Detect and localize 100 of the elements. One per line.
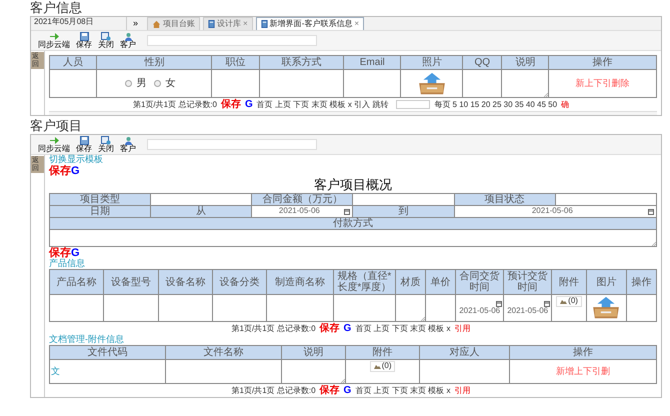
column-header: 性别 xyxy=(96,56,212,70)
section-title: 客户项目 xyxy=(30,119,83,132)
resize-grip-icon xyxy=(420,317,425,322)
column-header: Email xyxy=(344,56,401,70)
column-header: 设备名称 xyxy=(158,270,213,295)
calendar-icon xyxy=(648,208,654,215)
save-link[interactable]: 保存 xyxy=(320,385,340,396)
radio-label: 男 xyxy=(136,78,146,89)
toolbar-button[interactable]: 保存 xyxy=(73,32,95,49)
g-link[interactable]: G xyxy=(71,247,80,260)
toolbar-button[interactable]: 同步云端 xyxy=(35,32,73,49)
field-label: 日期 xyxy=(90,206,110,218)
section-title: 客户信息 xyxy=(30,1,83,14)
tray-icon xyxy=(591,296,622,320)
toolbar-button[interactable]: 同步云端 xyxy=(35,136,73,153)
column-header: 材质 xyxy=(395,270,426,295)
pager-text: 第1页/共1页 总记录数:0 xyxy=(232,324,316,334)
column-header: 操作 xyxy=(510,346,656,360)
pager-text: 第1页/共1页 总记录数:0 xyxy=(232,386,316,396)
document-icon xyxy=(208,20,216,28)
calendar-icon xyxy=(344,208,350,215)
g-link[interactable]: G xyxy=(344,385,352,396)
column-header: 说明 xyxy=(281,346,346,360)
page-heading: 客户项目概况 xyxy=(313,178,393,192)
page-input[interactable] xyxy=(396,100,430,110)
field-label: 项目类型 xyxy=(80,194,120,206)
resize-grip-icon xyxy=(544,93,548,97)
sync-icon xyxy=(48,32,60,41)
tab[interactable]: 项目台账 xyxy=(147,17,200,30)
radio-button[interactable] xyxy=(154,80,162,87)
column-header: 单价 xyxy=(425,270,456,295)
row-actions[interactable]: 新上下引删除 xyxy=(576,78,630,88)
search-field[interactable] xyxy=(147,35,317,46)
close-icon[interactable]: × xyxy=(354,20,360,28)
search-field[interactable] xyxy=(147,139,317,150)
date-value: 2021-05-06 xyxy=(530,207,574,216)
section-link[interactable]: 产品信息 xyxy=(49,259,657,270)
g-link[interactable]: G xyxy=(71,164,80,177)
resize-grip-icon xyxy=(341,379,346,384)
column-header: 文件代码 xyxy=(50,346,166,360)
file-link[interactable]: 文 xyxy=(51,366,60,376)
toolbar-button[interactable]: 关闭 xyxy=(95,136,117,153)
person-icon xyxy=(124,32,132,41)
field-label: 从 xyxy=(196,206,206,218)
attachment-button[interactable]: (0) xyxy=(556,296,582,308)
date-value: 2021-05-06 xyxy=(278,207,321,216)
column-header: 附件 xyxy=(552,270,586,295)
column-header: 预计交货时间 xyxy=(504,270,552,295)
pager-link[interactable]: 引用 xyxy=(454,386,470,396)
column-header: 说明 xyxy=(502,56,549,70)
column-header: 职位 xyxy=(212,56,260,70)
pager-link[interactable]: 引用 xyxy=(454,324,470,334)
column-header: 人员 xyxy=(50,56,97,70)
column-header: 产品名称 xyxy=(50,270,104,295)
textarea-field[interactable] xyxy=(50,230,656,247)
field-label: 项目状态 xyxy=(484,194,525,206)
calendar-icon xyxy=(544,300,550,307)
column-header: 联系方式 xyxy=(259,56,344,70)
input-field[interactable] xyxy=(150,194,252,206)
pager-link[interactable]: 确 xyxy=(561,100,570,109)
g-link[interactable]: G xyxy=(344,323,352,334)
save-link[interactable]: 保存 xyxy=(49,247,71,260)
pager-text: 首页 上页 下页 末页 模板 x 引入 跳转 xyxy=(256,100,388,109)
field-label: 到 xyxy=(398,206,409,218)
pager-text: 第1页/共1页 总记录数:0 xyxy=(132,100,217,109)
column-header: 合同交货时间 xyxy=(456,270,504,295)
column-header: 规格（直径*长度*厚度） xyxy=(333,270,396,295)
column-header: 操作 xyxy=(548,56,656,70)
field-label: 合同金额（万元） xyxy=(262,194,342,206)
date-value: 2021-05-06 xyxy=(507,306,548,316)
section-link[interactable]: 文档管理-附件信息 xyxy=(49,335,657,346)
toolbar-button[interactable]: 关闭 xyxy=(95,32,117,49)
person-icon xyxy=(124,136,132,145)
column-header: 照片 xyxy=(400,56,463,70)
radio-button[interactable] xyxy=(125,80,132,87)
input-field[interactable] xyxy=(352,194,454,206)
toolbar-button[interactable]: 客户 xyxy=(117,136,139,153)
attachment-button[interactable]: (0) xyxy=(370,361,396,372)
column-header: 附件 xyxy=(346,346,420,360)
tray-icon xyxy=(416,72,447,96)
tab[interactable]: 新增界面-客户联系信息 × xyxy=(256,17,364,30)
column-header: QQ xyxy=(462,56,502,70)
g-link[interactable]: G xyxy=(244,99,253,110)
row-actions[interactable]: 新增上下引删 xyxy=(556,366,610,376)
resize-grip-icon xyxy=(652,242,656,246)
toolbar-button[interactable]: 保存 xyxy=(73,136,95,153)
column-header: 制造商名称 xyxy=(266,270,334,295)
column-header: 对应人 xyxy=(420,346,510,360)
toolbar-button[interactable]: 客户 xyxy=(117,32,139,49)
template-link[interactable]: 切换显示模板 xyxy=(49,155,657,165)
save-link[interactable]: 保存 xyxy=(320,323,340,334)
column-header: 操作 xyxy=(626,270,656,295)
document-icon xyxy=(260,20,268,28)
pager-text: 首页 上页 下页 末页 模板 x xyxy=(355,386,450,396)
tab[interactable]: 设计库 × xyxy=(203,17,253,30)
save-link[interactable]: 保存 xyxy=(220,99,241,110)
save-link[interactable]: 保存 xyxy=(49,164,71,177)
input-field[interactable] xyxy=(555,194,656,206)
pager-text: 首页 上页 下页 末页 模板 x xyxy=(355,324,450,334)
radio-label: 女 xyxy=(165,78,176,89)
